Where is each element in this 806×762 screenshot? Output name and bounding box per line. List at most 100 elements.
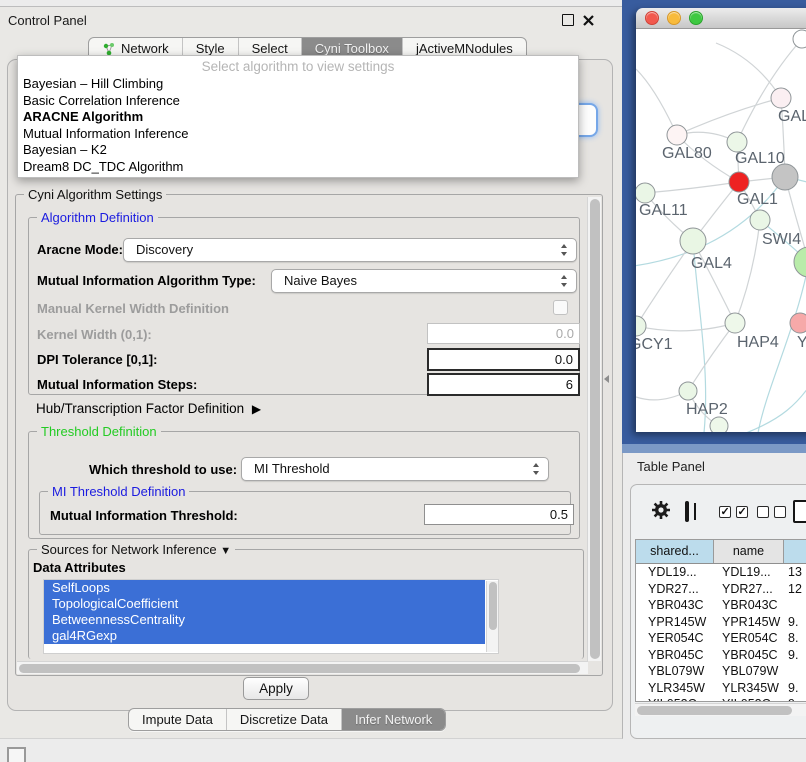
network-node-label: GAL80 [662, 145, 712, 162]
kernel-width-field[interactable]: 0.0 [427, 323, 580, 344]
which-threshold-value: MI Threshold [242, 458, 548, 480]
network-node-gal10[interactable] [727, 132, 747, 152]
mi-steps-label: Mutual Information Steps: [37, 377, 197, 392]
column-header-partial[interactable] [784, 540, 806, 563]
network-edge [735, 220, 760, 323]
network-node-gal[interactable] [771, 88, 791, 108]
tab-discretize-data[interactable]: Discretize Data [226, 709, 341, 730]
dpi-tolerance-field[interactable]: 0.0 [427, 348, 580, 371]
gear-icon[interactable] [651, 500, 671, 525]
menu-item-bayesian-hill-climbing[interactable]: Bayesian – Hill Climbing [18, 76, 578, 93]
zoom-window-icon[interactable] [689, 11, 703, 25]
close-window-icon[interactable] [645, 11, 659, 25]
table-row[interactable]: YBR045CYBR045C9. [636, 647, 806, 664]
aracne-mode-select[interactable]: Discovery [123, 238, 577, 262]
settings-vertical-scrollbar-thumb[interactable] [590, 199, 600, 659]
menu-item-aracne[interactable]: ARACNE Algorithm [18, 109, 578, 126]
manual-kernel-label: Manual Kernel Width Definition [37, 301, 229, 316]
tab-infer-network[interactable]: Infer Network [341, 709, 445, 730]
expand-arrow-icon[interactable]: ▶ [252, 402, 261, 416]
mi-steps-field[interactable]: 6 [427, 373, 580, 396]
deselect-all-checks-icon[interactable] [757, 505, 791, 523]
network-node-hap4[interactable] [725, 313, 745, 333]
hub-definition-header[interactable]: Hub/Transcription Factor Definition ▶ [36, 401, 257, 416]
network-node[interactable] [794, 247, 806, 277]
cell: YBL079W [636, 663, 714, 680]
network-node-hap2[interactable] [679, 382, 697, 400]
network-node-label: GAL4 [691, 255, 732, 272]
list-item[interactable]: BetweennessCentrality [44, 612, 485, 628]
menu-item-basic-correlation[interactable]: Basic Correlation Inference [18, 93, 578, 110]
bottom-tabs: Impute Data Discretize Data Infer Networ… [128, 708, 446, 731]
table-row[interactable]: YDR27...YDR27...12 [636, 581, 806, 598]
columns-icon[interactable] [685, 501, 689, 522]
mi-type-label: Mutual Information Algorithm Type: [37, 273, 256, 288]
sources-group-title[interactable]: Sources for Network Inference ▼ [37, 542, 235, 557]
network-node-y[interactable] [790, 313, 806, 333]
minimize-window-icon[interactable] [667, 11, 681, 25]
table-row[interactable]: YER054CYER054C8. [636, 630, 806, 647]
panel-corner-icon[interactable] [7, 747, 26, 762]
table-row[interactable]: YBL079WYBL079W [636, 663, 806, 680]
settings-horizontal-scrollbar[interactable] [17, 661, 588, 674]
table-horizontal-scrollbar[interactable] [635, 703, 806, 716]
node-table: shared... name YDL19...YDL19...13 YDR27.… [635, 539, 806, 702]
network-node[interactable] [710, 417, 728, 432]
float-panel-icon[interactable] [562, 14, 574, 26]
attribute-list-scrollbar[interactable] [486, 581, 498, 652]
collapse-arrow-icon[interactable]: ▼ [220, 545, 231, 557]
table-horizontal-scrollbar-thumb[interactable] [637, 706, 792, 715]
list-item[interactable]: SelfLoops [44, 580, 485, 596]
attribute-list-scrollbar-thumb[interactable] [489, 582, 497, 630]
table-row[interactable]: YLR345WYLR345W9. [636, 680, 806, 697]
network-node-gal80[interactable] [667, 125, 687, 145]
table-row[interactable]: YDL19...YDL19...13 [636, 564, 806, 581]
tab-impute-data[interactable]: Impute Data [129, 709, 226, 730]
network-edge [688, 323, 735, 391]
network-node-gal4[interactable] [680, 228, 706, 254]
network-node-label: GAL1 [737, 191, 778, 208]
mi-type-select[interactable]: Naive Bayes [271, 269, 577, 293]
apply-button[interactable]: Apply [243, 677, 309, 700]
settings-horizontal-scrollbar-thumb[interactable] [19, 664, 580, 673]
control-panel-titlebar: Control Panel [0, 7, 622, 33]
network-node-label: GAL10 [735, 150, 785, 167]
network-node[interactable] [772, 164, 798, 190]
table-row[interactable]: YBR043CYBR043C [636, 597, 806, 614]
network-node[interactable] [793, 30, 806, 48]
select-all-checks-icon[interactable] [719, 505, 753, 523]
mi-threshold-field[interactable]: 0.5 [424, 504, 574, 525]
unchecked-checkbox-icon [774, 506, 786, 518]
network-node-gcy1[interactable] [636, 316, 646, 336]
network-node-gal1[interactable] [729, 172, 749, 192]
settings-vertical-scrollbar[interactable] [587, 197, 601, 661]
close-panel-icon[interactable] [583, 15, 594, 26]
menu-item-dream8[interactable]: Dream8 DC_TDC Algorithm [18, 159, 578, 176]
table-row[interactable]: YIL052CYIL052C9. [636, 696, 806, 701]
table-row[interactable]: YPR145WYPR145W9. [636, 614, 806, 631]
network-node-swi4[interactable] [750, 210, 770, 230]
algorithm-placeholder: Select algorithm to view settings [18, 56, 578, 76]
desktop-strip [622, 444, 806, 453]
column-header-name[interactable]: name [714, 540, 784, 563]
list-item[interactable]: TopologicalCoefficient [44, 596, 485, 612]
manual-kernel-checkbox[interactable] [553, 300, 568, 315]
data-attributes-list: SelfLoops TopologicalCoefficient Between… [43, 579, 499, 654]
column-header-shared-name[interactable]: shared... [636, 540, 714, 563]
panel-resize-handle[interactable] [604, 375, 609, 383]
list-item[interactable]: gal4RGexp [44, 628, 485, 644]
sources-title-label: Sources for Network Inference [41, 542, 217, 557]
network-edge [677, 98, 781, 135]
which-threshold-select[interactable]: MI Threshold [241, 457, 549, 481]
menu-item-mutual-information[interactable]: Mutual Information Inference [18, 126, 578, 143]
cell [784, 663, 806, 680]
network-edge [737, 39, 802, 142]
network-window-titlebar[interactable] [636, 8, 806, 29]
network-node-gal11[interactable] [636, 183, 655, 203]
menu-item-bayesian-k2[interactable]: Bayesian – K2 [18, 142, 578, 159]
network-canvas[interactable]: GALGAL80GAL10GAL1GAL11SWI4GAL4GCY1HAP4YH… [636, 29, 806, 432]
cell: YBR045C [636, 647, 714, 664]
document-icon[interactable] [793, 500, 806, 523]
table-rows: YDL19...YDL19...13 YDR27...YDR27...12 YB… [636, 564, 806, 701]
cell: YDR27... [714, 581, 784, 598]
